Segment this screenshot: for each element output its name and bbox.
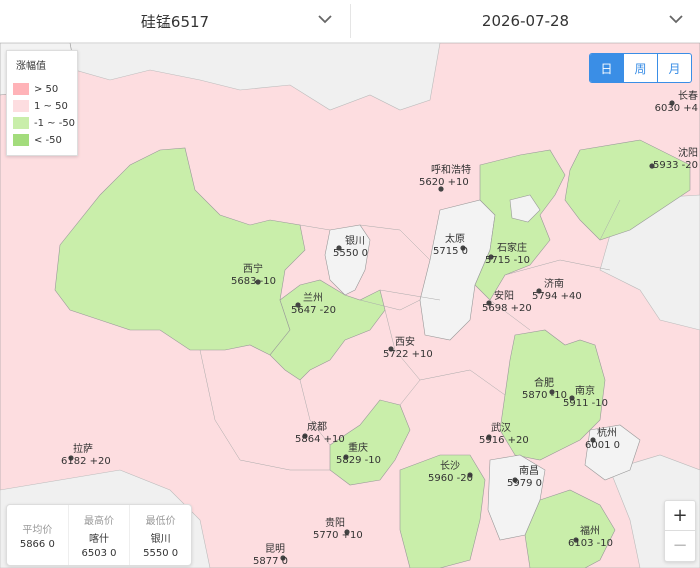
legend: 涨幅值 > 50 1 ~ 50 -1 ~ -50 < -50	[6, 50, 78, 156]
legend-label: -1 ~ -50	[34, 117, 76, 129]
low-price-stat: 最低价 银川 5550 0	[129, 505, 191, 565]
city-price: 5698 +20	[482, 303, 532, 314]
low-price-label: 最低价	[145, 515, 176, 527]
legend-item[interactable]: < -50	[13, 133, 62, 147]
city-price: 5911 -10	[563, 398, 608, 409]
high-price-value: 6503 0	[81, 547, 117, 559]
city-price: 5620 +10	[419, 177, 469, 188]
city-price: 5979 0	[507, 478, 542, 489]
city-price: 6001 0	[585, 440, 620, 451]
high-price-city: 喀什	[89, 533, 109, 545]
top-bar: 硅锰6517 2026-07-28	[0, 0, 700, 43]
low-price-city: 银川	[150, 533, 171, 545]
date-select[interactable]: 2026-07-28	[351, 0, 700, 42]
product-select[interactable]: 硅锰6517	[0, 0, 350, 42]
city-price: 5770 +10	[313, 530, 363, 541]
legend-item[interactable]: -1 ~ -50	[13, 116, 75, 130]
map-regions	[0, 43, 700, 568]
chevron-down-icon	[669, 15, 683, 24]
city-name: 沈阳	[678, 146, 698, 159]
tab-day[interactable]: 日	[590, 54, 624, 82]
zoom-control: + −	[664, 500, 696, 562]
city-price: 5683 -10	[231, 276, 276, 287]
price-stats-panel: 平均价 5866 0 最高价 喀什 6503 0 最低价 银川 5550 0	[6, 504, 192, 566]
city-price: 5715 0	[433, 246, 468, 257]
city-price: 5933 -20	[653, 160, 698, 171]
city-name: 成都	[307, 421, 327, 433]
tab-week[interactable]: 周	[624, 54, 658, 82]
period-tabs: 日 周 月	[589, 53, 692, 83]
legend-swatch	[13, 134, 29, 146]
city-name: 福州	[580, 524, 600, 537]
city-name: 长春	[678, 90, 698, 102]
low-price-value: 5550 0	[143, 547, 179, 559]
zoom-in-button[interactable]: +	[665, 501, 695, 530]
legend-swatch	[13, 117, 29, 129]
high-price-label: 最高价	[84, 515, 114, 527]
city-price: 6182 +20	[61, 456, 111, 467]
legend-title: 涨幅值	[16, 61, 46, 72]
legend-label: 1 ~ 50	[34, 100, 68, 112]
city-name: 合肥	[534, 376, 554, 389]
avg-price-label: 平均价	[22, 524, 53, 536]
city-price: 5916 +20	[479, 435, 529, 446]
city-price: 5794 +40	[532, 291, 582, 302]
city-name: 济南	[544, 277, 564, 290]
date-select-value: 2026-07-28	[481, 12, 570, 30]
city-price: 5877 0	[253, 556, 288, 567]
avg-price-value: 5866 0	[19, 538, 55, 550]
city-name: 杭州	[597, 426, 617, 439]
legend-item[interactable]: > 50	[13, 82, 58, 96]
city-price: 5960 -20	[428, 473, 473, 484]
high-price-stat: 最高价 喀什 6503 0	[67, 505, 130, 565]
city-name: 昆明	[265, 543, 285, 555]
chevron-down-icon	[318, 15, 332, 24]
city-name: 太原	[445, 232, 465, 245]
city-name: 西安	[395, 335, 415, 348]
avg-price-stat: 平均价 5866 0	[7, 505, 68, 565]
legend-label: < -50	[34, 134, 62, 146]
city-price: 6030 +4	[655, 103, 698, 114]
city-name: 安阳	[494, 289, 514, 302]
city-price: 5864 +10	[295, 434, 345, 445]
city-name: 南昌	[519, 464, 539, 477]
city-price: 6103 -10	[568, 538, 613, 549]
city-name: 拉萨	[73, 442, 93, 455]
city-name: 贵阳	[325, 516, 345, 529]
city-name: 石家庄	[497, 241, 527, 254]
legend-swatch	[13, 83, 29, 95]
zoom-out-button[interactable]: −	[665, 530, 695, 560]
tab-month[interactable]: 月	[658, 54, 691, 82]
city-name: 银川	[345, 234, 365, 247]
city-price: 5550 0	[333, 248, 368, 259]
city-price: 5647 -20	[291, 305, 336, 316]
legend-label: > 50	[34, 83, 59, 95]
city-price: 5722 +10	[383, 349, 433, 360]
legend-item[interactable]: 1 ~ 50	[13, 99, 68, 113]
product-select-value: 硅锰6517	[140, 12, 210, 31]
city-name: 兰州	[303, 291, 323, 304]
legend-swatch	[13, 100, 29, 112]
city-name: 呼和浩特	[431, 164, 471, 176]
china-price-map[interactable]: 长春6030 +4沈阳5933 -20呼和浩特5620 +10银川5550 0太…	[0, 43, 700, 568]
city-price: 5829 -10	[336, 455, 381, 466]
city-name: 南京	[575, 384, 595, 397]
city-price: 5870 -10	[522, 390, 567, 401]
city-name: 长沙	[440, 460, 460, 472]
city-name: 西宁	[243, 262, 263, 275]
city-price: 5715 -10	[485, 255, 530, 266]
city-name: 武汉	[491, 421, 511, 434]
city-name: 重庆	[348, 441, 368, 454]
